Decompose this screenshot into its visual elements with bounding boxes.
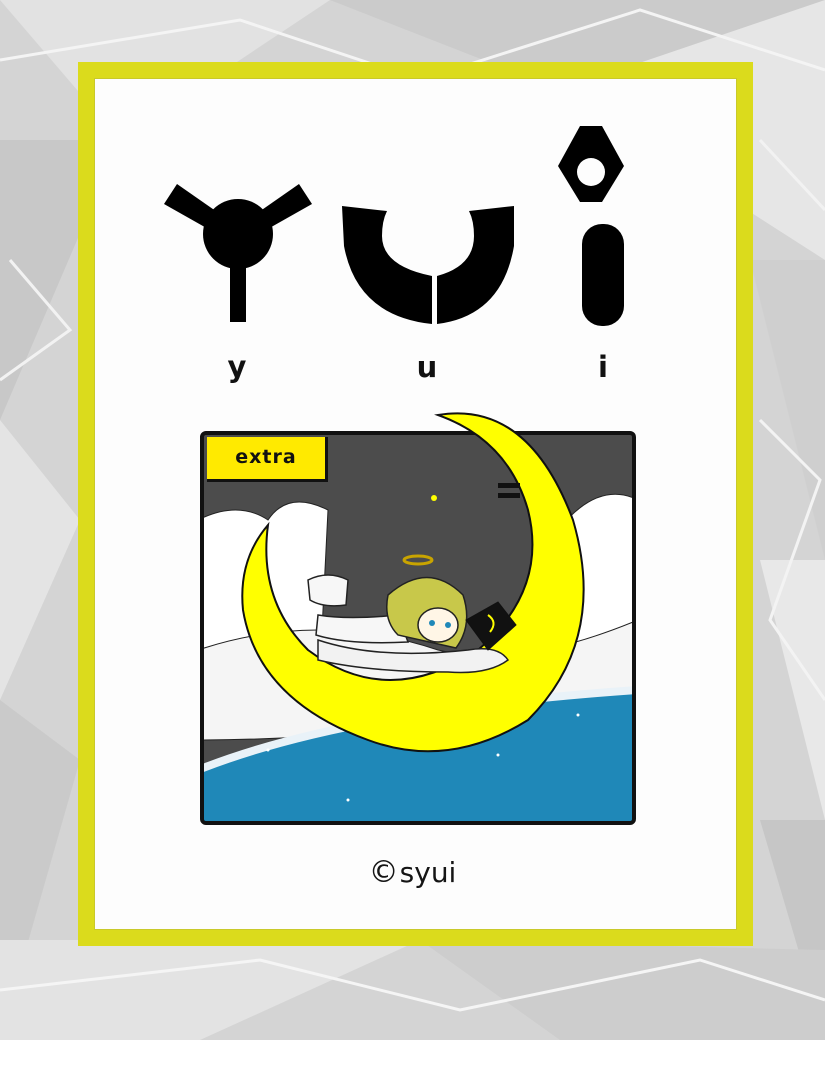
copyright-credit: ©syui bbox=[300, 855, 525, 890]
logo-glyph-i bbox=[558, 126, 624, 326]
logo-letter-y: y bbox=[227, 350, 247, 384]
extra-badge-label: extra bbox=[235, 446, 297, 468]
logo-letter-u: u bbox=[416, 350, 438, 384]
logo-glyph-y bbox=[164, 184, 312, 322]
logo-letter-i: i bbox=[598, 350, 608, 384]
extra-badge: extra bbox=[207, 437, 328, 482]
credit-name: syui bbox=[399, 856, 457, 889]
yui-logo bbox=[164, 126, 624, 326]
copyright-icon: © bbox=[368, 855, 399, 890]
logo-glyph-u bbox=[342, 206, 514, 324]
